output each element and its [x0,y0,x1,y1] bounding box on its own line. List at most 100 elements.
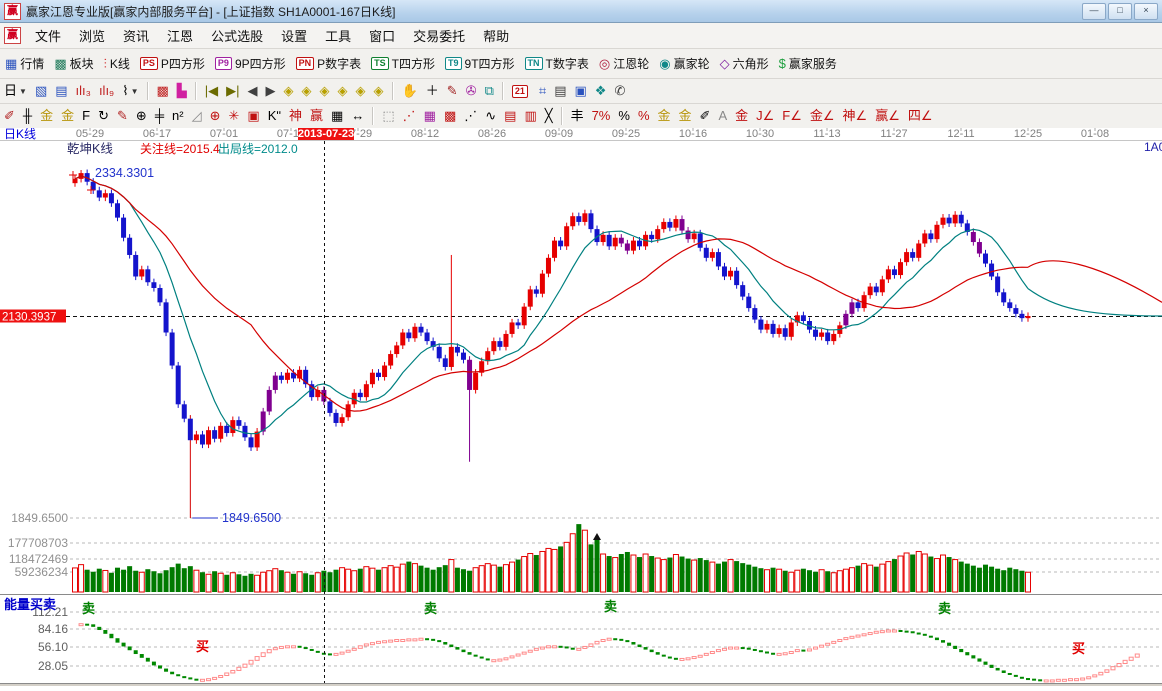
hexagon-button[interactable]: ◇六角形 [716,54,773,74]
calculator-button[interactable]: ⌗ [536,81,549,101]
gold-circle-tool[interactable]: 金 [655,106,674,126]
diamond-compress-v-button[interactable]: ◈ [353,81,369,101]
compass-tool[interactable]: ⊕ [133,106,150,126]
grid-red2-tool[interactable]: ▤ [501,106,519,126]
candle-style-dropdown[interactable]: ⌇▼ [119,81,141,101]
menu-item-tools[interactable]: 工具 [316,26,360,47]
hatch-tool[interactable]: ╳ [542,106,556,126]
p-number-table-button[interactable]: PNP数字表 [292,54,366,74]
slash-lines-tool[interactable]: ⋰ [461,106,480,126]
diamond-compress-h-button[interactable]: ◈ [317,81,333,101]
period-day-dropdown[interactable]: 日▼ [1,81,30,101]
bar-chart-3-icon[interactable]: ılı₃ [73,81,94,101]
p-square-button[interactable]: PSP四方形 [136,54,209,74]
angle-ruler-tool[interactable]: ◿ [189,106,205,126]
menu-item-help[interactable]: 帮助 [474,26,518,47]
menu-item-settings[interactable]: 设置 [272,26,316,47]
info-list-icon[interactable]: ▤ [52,81,70,101]
save-button[interactable]: ▣ [572,81,590,101]
9t-square-button[interactable]: T99T四方形 [441,54,519,74]
grid-red-tool[interactable]: ▩ [441,106,459,126]
si-angle-tool[interactable]: 四∠ [905,106,936,126]
winner-wheel-button[interactable]: ◉赢家轮 [655,54,713,74]
prev-button[interactable]: ◀ [245,81,261,101]
diamond-left-button[interactable]: ◈ [281,81,297,101]
percent7-tool[interactable]: 7% [589,106,614,126]
sectors-button[interactable]: ▩板块 [50,54,97,74]
crosshair-button[interactable]: ＋ [423,81,442,101]
gann-frame-icon[interactable]: ▩ [154,81,172,101]
gold-gate2-tool[interactable]: 金 [58,106,77,126]
zigzag-tool[interactable]: ∿ [482,106,499,126]
gold-angle-tool[interactable]: 金∠ [807,106,838,126]
9p-square-button[interactable]: P99P四方形 [211,54,290,74]
analysis-brain-button[interactable]: ⧉ [482,81,497,101]
k-quote-tool[interactable]: Kʺ [265,106,284,126]
pen2-tool[interactable]: ✐ [697,106,714,126]
quotes-button[interactable]: ▦行情 [1,54,48,74]
winner-service-button[interactable]: $赢家服务 [775,54,841,74]
h-span-tool[interactable]: ↔ [348,106,367,126]
gold-gate-tool[interactable]: 金 [37,106,56,126]
color-histogram-icon[interactable]: ▙ [174,81,190,101]
menu-item-trade-entrust[interactable]: 交易委托 [404,26,474,47]
gann-stamp-button[interactable]: ✇ [463,81,480,101]
last-page-button[interactable]: ▶| [223,81,242,101]
menu-item-window[interactable]: 窗口 [360,26,404,47]
angle-measure-button[interactable]: ✎ [444,81,461,101]
ying-tool[interactable]: 赢 [307,106,326,126]
t-number-table-button[interactable]: TNT数字表 [521,54,593,74]
pen-angle-tool[interactable]: ✎ [114,106,131,126]
frame-select-tool[interactable]: ⬚ [379,106,397,126]
percent-tool[interactable]: % [615,106,633,126]
next-button[interactable]: ▶ [263,81,279,101]
percent-line-tool[interactable]: % [635,106,653,126]
shen-tool[interactable]: 神 [286,106,305,126]
title-bar[interactable]: 赢 赢家江恩专业版[赢家内部服务平台] - [上证指数 SH1A0001-167… [0,0,1162,23]
notes-button[interactable]: ▤ [551,81,569,101]
diamond-expand-all-button[interactable]: ◈ [371,81,387,101]
spiral-tool[interactable]: ↻ [95,106,112,126]
grid-red3-tool[interactable]: ▥ [521,106,539,126]
overlay-chart-icon[interactable]: ▧ [32,81,50,101]
menu-item-browse[interactable]: 浏览 [70,26,114,47]
calendar-button[interactable]: 21 [509,81,534,101]
f-grid-tool[interactable]: F [79,106,93,126]
drag-hand-button[interactable]: ✋ [399,81,421,101]
square-target-tool[interactable]: ▣ [244,106,262,126]
dense-grid-tool[interactable]: ▦ [328,106,346,126]
minimize-button[interactable]: — [1082,3,1106,20]
ruler-comb2-tool[interactable]: ╪ [152,106,167,126]
menu-item-formula-stock-pick[interactable]: 公式选股 [202,26,272,47]
menu-item-gann[interactable]: 江恩 [158,26,202,47]
t-square-button[interactable]: TST四方形 [367,54,439,74]
gann-wheel-button[interactable]: ◎江恩轮 [595,54,653,74]
first-page-button[interactable]: |◀ [202,81,221,101]
fan-lines-tool[interactable]: ⋰ [400,106,419,126]
network-button[interactable]: ❖ [592,81,610,101]
kline-button[interactable]: ⫶K线 [100,54,134,74]
close-button[interactable]: × [1134,3,1158,20]
grid-purple-tool[interactable]: ▦ [421,106,439,126]
star-burst-tool[interactable]: ✳ [226,106,243,126]
gold-red-tool[interactable]: 金 [732,106,751,126]
j-angle-tool[interactable]: J∠ [753,106,777,126]
chart-canvas[interactable]: 05-2906-1707-0107-1507-2908-1208-2609-09… [0,128,1162,686]
ruler-comb-tool[interactable]: ╫ [20,106,35,126]
gate-tool[interactable]: 丰 [568,106,587,126]
maximize-button[interactable]: □ [1108,3,1132,20]
target-circle-tool[interactable]: ⊕ [207,106,224,126]
chart-area[interactable]: 05-2906-1707-0107-1507-2908-1208-2609-09… [0,128,1162,686]
menu-item-news[interactable]: 资讯 [114,26,158,47]
f-angle-tool[interactable]: F∠ [779,106,805,126]
ying-angle-tool[interactable]: 赢∠ [872,106,903,126]
mobile-button[interactable]: ✆ [611,81,628,101]
bar-chart-9-icon[interactable]: ılı₉ [96,81,117,101]
shen-angle-tool[interactable]: 神∠ [840,106,871,126]
a-wave-tool[interactable]: A [715,106,730,126]
diamond-expand-h-button[interactable]: ◈ [335,81,351,101]
pen-tool[interactable]: ✐ [1,106,18,126]
gold-line-tool[interactable]: 金 [676,106,695,126]
menu-item-file[interactable]: 文件 [26,26,70,47]
diamond-right-button[interactable]: ◈ [299,81,315,101]
